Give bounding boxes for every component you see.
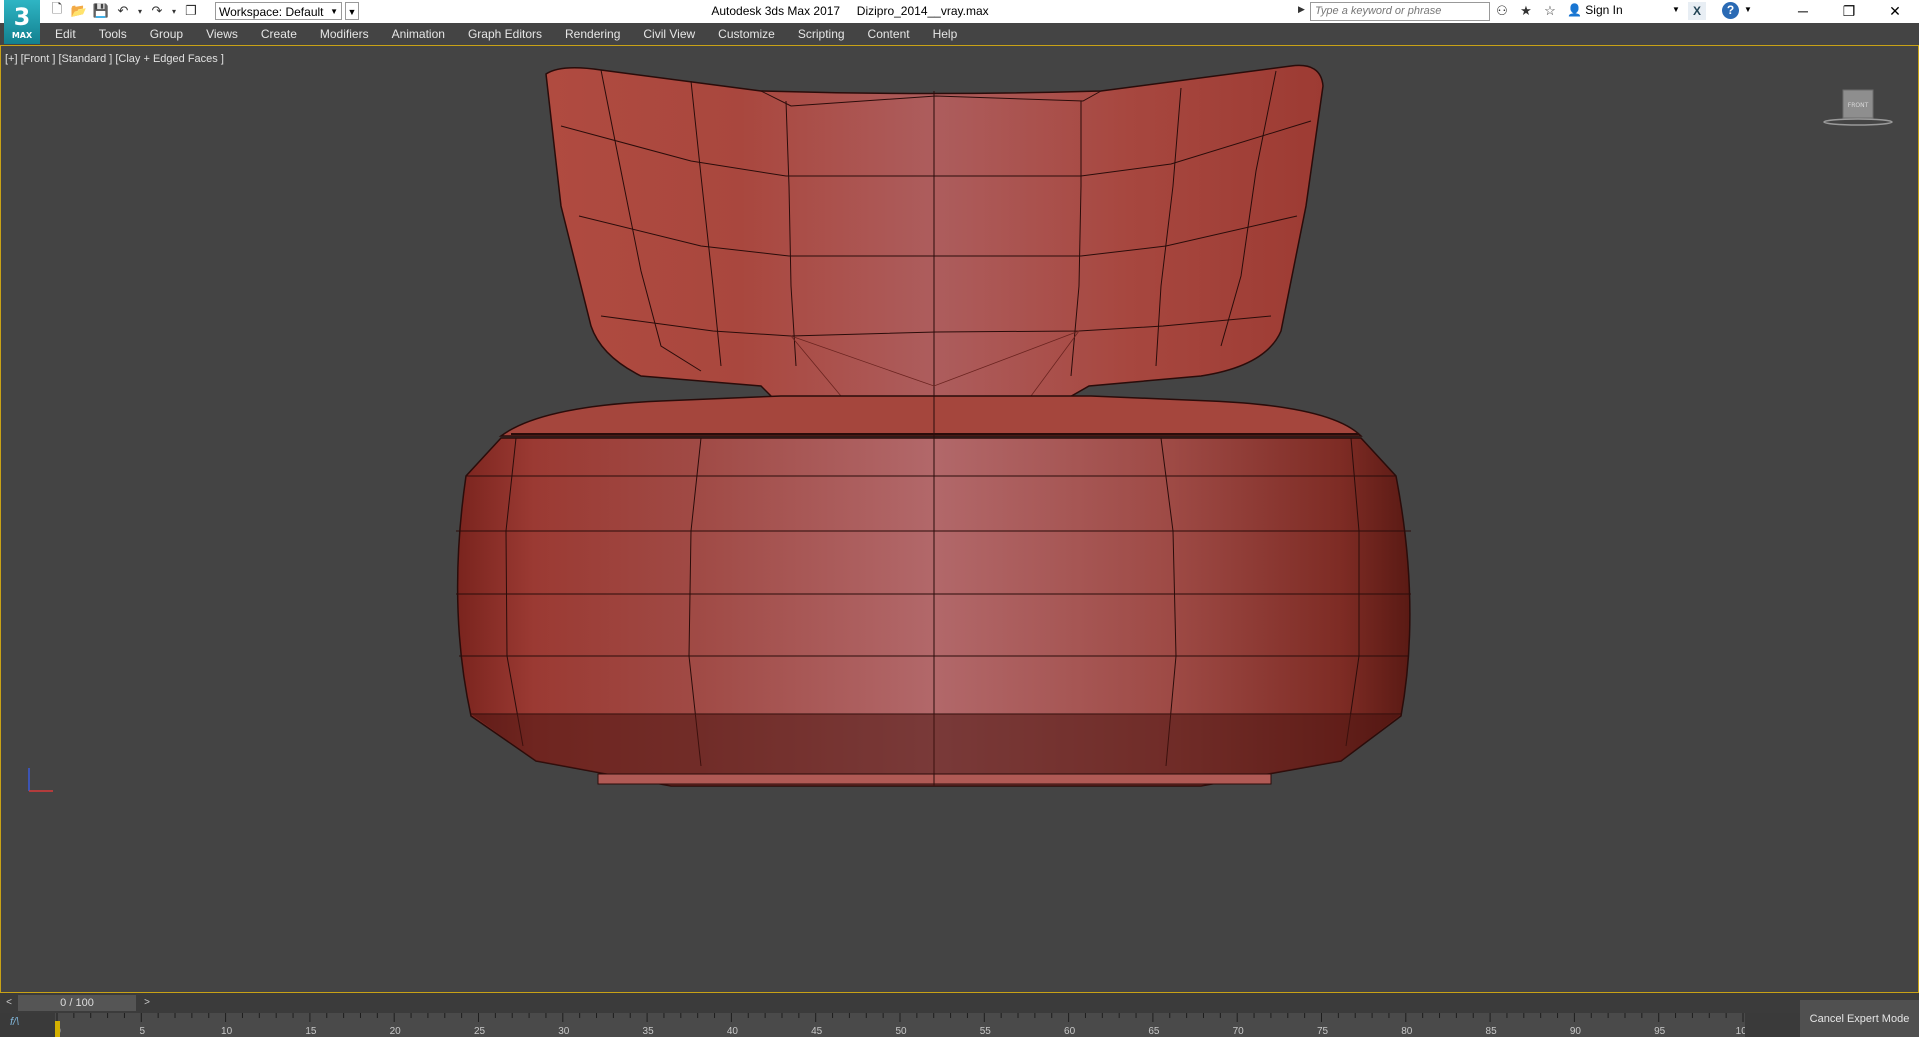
time-slider[interactable]: < 0 / 100 > <box>0 993 1919 1013</box>
ruler-tick-label: 25 <box>474 1026 486 1037</box>
search-input[interactable]: Type a keyword or phrase <box>1310 2 1490 21</box>
menu-item-views[interactable]: Views <box>206 26 238 42</box>
app-logo-sub: MAX <box>11 31 33 40</box>
viewcube[interactable]: FRONT <box>1823 86 1893 136</box>
cancel-expert-mode-button[interactable]: Cancel Expert Mode <box>1800 1000 1919 1037</box>
next-frame-icon[interactable]: > <box>140 995 154 1011</box>
ruler-tick-label: 95 <box>1654 1026 1666 1037</box>
menu-item-content[interactable]: Content <box>868 26 910 42</box>
ruler-tick-label: 80 <box>1401 1026 1413 1037</box>
title-bar: 3 MAX 🗋 📂 💾 ↶ ▾ ↷ ▾ ❐ Workspace: Default… <box>0 0 1919 44</box>
minimize-icon[interactable]: ─ <box>1780 0 1826 23</box>
front-viewport[interactable]: [+] [Front ] [Standard ] [Clay + Edged F… <box>0 45 1919 993</box>
ruler-tick-label: 45 <box>811 1026 823 1037</box>
workspace-label: Workspace: Default <box>219 5 324 19</box>
sign-in-label: Sign In <box>1585 3 1623 17</box>
communication-center-icon[interactable]: ★ <box>1517 2 1535 20</box>
help-icon[interactable]: ? <box>1722 2 1739 19</box>
menu-item-help[interactable]: Help <box>933 26 958 42</box>
ruler-tick-label: 15 <box>305 1026 317 1037</box>
ruler-tick-label: 20 <box>390 1026 402 1037</box>
close-icon[interactable]: ✕ <box>1872 0 1918 23</box>
prev-frame-icon[interactable]: < <box>2 995 16 1011</box>
exchange-apps-icon[interactable]: X <box>1688 2 1706 20</box>
menu-items: Edit Tools Group Views Create Modifiers Animat… <box>55 26 980 42</box>
redo-icon[interactable]: ↷ <box>148 2 166 20</box>
binoculars-icon[interactable]: ⚇ <box>1493 2 1511 20</box>
new-icon[interactable]: 🗋 <box>48 1 66 20</box>
ruler-tick-label: 30 <box>558 1026 570 1037</box>
chevron-down-icon: ▼ <box>330 7 338 16</box>
frame-ruler[interactable]: 0510152025303540455055606570758085909510… <box>55 1013 1745 1037</box>
chair-model[interactable] <box>456 64 1411 787</box>
time-slider-thumb[interactable]: 0 / 100 <box>18 995 136 1011</box>
ruler-tick-label: 55 <box>980 1026 992 1037</box>
menu-item-rendering[interactable]: Rendering <box>565 26 620 42</box>
menu-item-edit[interactable]: Edit <box>55 26 76 42</box>
ruler-tick-label: 85 <box>1486 1026 1498 1037</box>
ruler-tick-label: 60 <box>1064 1026 1076 1037</box>
menu-item-group[interactable]: Group <box>150 26 183 42</box>
ruler-tick-label: 40 <box>727 1026 739 1037</box>
menu-item-create[interactable]: Create <box>261 26 297 42</box>
ruler-tick-label: 75 <box>1317 1026 1329 1037</box>
open-icon[interactable]: 📂 <box>70 2 88 20</box>
current-frame-marker[interactable] <box>55 1021 60 1037</box>
ruler-tick-label: 100 <box>1736 1026 1745 1037</box>
project-icon[interactable]: ❐ <box>182 2 200 20</box>
help-dropdown-icon[interactable]: ▼ <box>1744 5 1752 14</box>
ruler-tick-label: 65 <box>1148 1026 1160 1037</box>
menu-item-civil-view[interactable]: Civil View <box>643 26 695 42</box>
undo-icon[interactable]: ↶ <box>114 2 132 20</box>
workspace-select[interactable]: Workspace: Default ▼ <box>215 2 342 20</box>
app-logo-text: 3 <box>13 3 31 31</box>
viewcube-label: FRONT <box>1848 102 1869 109</box>
sign-in-dropdown-icon[interactable]: ▼ <box>1672 5 1680 14</box>
sign-in-button[interactable]: 👤 Sign In <box>1567 3 1623 17</box>
app-logo[interactable]: 3 MAX <box>4 0 40 44</box>
track-bar[interactable]: f/\ 051015202530354045505560657075808590… <box>0 1013 1919 1037</box>
favorites-star-icon[interactable]: ☆ <box>1541 2 1559 20</box>
ruler-tick-label: 50 <box>895 1026 907 1037</box>
redo-dropdown-icon[interactable]: ▾ <box>170 2 178 20</box>
window-title: Autodesk 3ds Max 2017 Dizipro_2014__vray… <box>711 4 989 18</box>
ruler-tick-label: 5 <box>140 1026 146 1037</box>
seat-top-mesh <box>498 395 1363 437</box>
user-icon: 👤 <box>1567 3 1582 17</box>
viewport-label[interactable]: [+] [Front ] [Standard ] [Clay + Edged F… <box>5 53 224 65</box>
undo-dropdown-icon[interactable]: ▾ <box>136 2 144 20</box>
ruler-tick-label: 90 <box>1570 1026 1582 1037</box>
save-icon[interactable]: 💾 <box>92 2 110 20</box>
menu-item-graph-editors[interactable]: Graph Editors <box>468 26 542 42</box>
menu-item-animation[interactable]: Animation <box>392 26 445 42</box>
menu-item-scripting[interactable]: Scripting <box>798 26 845 42</box>
infocenter-icons: ⚇ ★ ☆ <box>1493 2 1559 20</box>
menu-item-tools[interactable]: Tools <box>99 26 127 42</box>
ruler-tick-label: 70 <box>1233 1026 1245 1037</box>
mini-curve-editor-icon[interactable]: f/\ <box>10 1016 19 1028</box>
menu-item-modifiers[interactable]: Modifiers <box>320 26 369 42</box>
menu-bar: Edit Tools Group Views Create Modifiers Animat… <box>0 23 1919 46</box>
viewport-canvas[interactable] <box>1 46 1918 992</box>
restore-icon[interactable]: ❐ <box>1826 0 1872 23</box>
search-expand-icon[interactable]: ▶ <box>1298 4 1305 15</box>
ruler-tick-label: 10 <box>221 1026 233 1037</box>
axis-tripod-icon <box>28 768 53 792</box>
workspace-more-icon[interactable]: ▼ <box>345 2 359 20</box>
ruler-tick-label: 35 <box>643 1026 655 1037</box>
quick-access-toolbar: 🗋 📂 💾 ↶ ▾ ↷ ▾ ❐ <box>48 1 200 20</box>
menu-item-customize[interactable]: Customize <box>718 26 775 42</box>
